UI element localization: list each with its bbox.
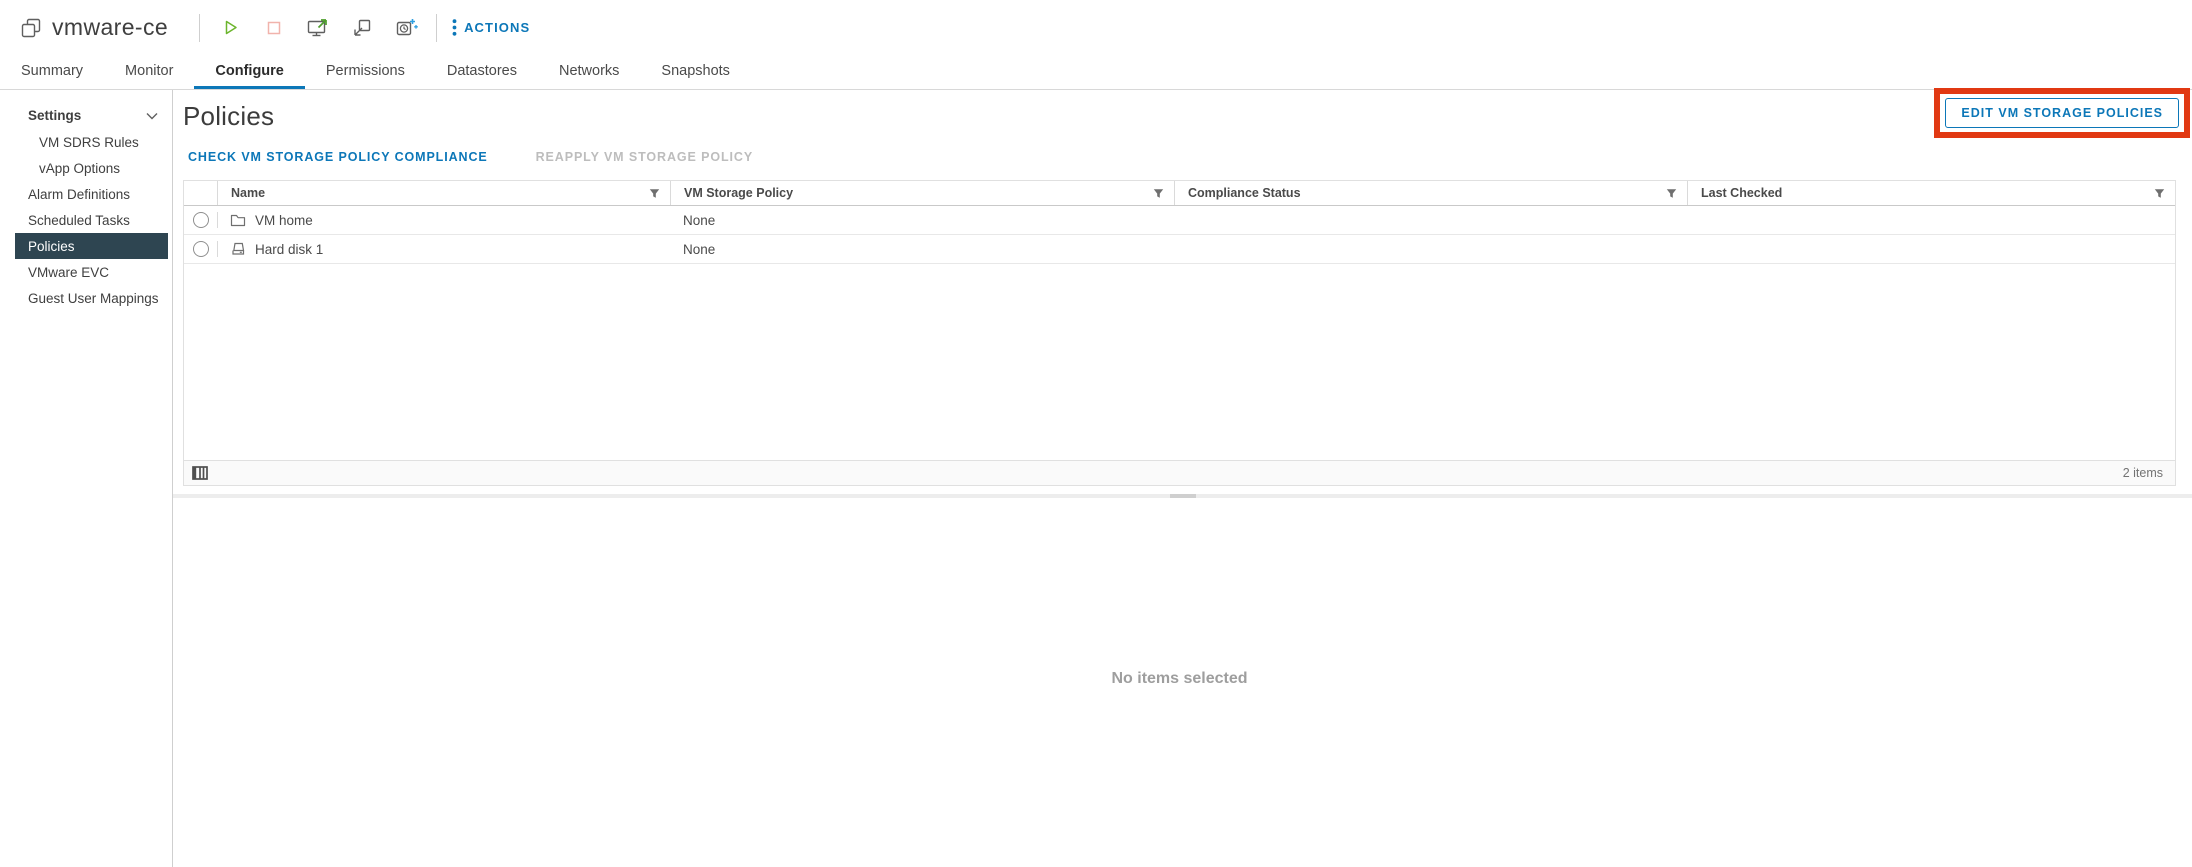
check-compliance-link[interactable]: CHECK VM STORAGE POLICY COMPLIANCE	[188, 150, 488, 164]
actions-button[interactable]: ACTIONS	[452, 19, 530, 36]
toolbar-divider	[436, 14, 437, 42]
sidebar-item-vapp-options[interactable]: vApp Options	[15, 155, 168, 181]
actions-menu-icon	[452, 19, 457, 36]
shut-down-icon[interactable]	[259, 15, 289, 41]
vm-header: vmware-ce	[0, 0, 2192, 55]
column-label: Name	[231, 186, 265, 200]
filter-icon[interactable]	[1153, 188, 1164, 199]
table-header-compliance-status[interactable]: Compliance Status	[1174, 181, 1687, 205]
sidebar-item-vmware-evc[interactable]: VMware EVC	[15, 259, 168, 285]
tab-configure[interactable]: Configure	[194, 55, 304, 89]
tab-datastores[interactable]: Datastores	[426, 55, 538, 89]
empty-selection-message: No items selected	[183, 670, 2176, 688]
tab-bar: Summary Monitor Configure Permissions Da…	[0, 55, 2192, 90]
reapply-policy-link: REAPPLY VM STORAGE POLICY	[536, 150, 753, 164]
row-radio-button[interactable]	[193, 212, 209, 228]
row-name: VM home	[255, 213, 313, 228]
launch-console-icon[interactable]	[303, 15, 333, 41]
row-compliance-status	[1174, 235, 1687, 263]
tab-snapshots[interactable]: Snapshots	[640, 55, 751, 89]
column-label: VM Storage Policy	[684, 186, 793, 200]
configure-sidebar: Settings VM SDRS Rules vApp Options Alar…	[0, 90, 173, 867]
column-chooser-icon[interactable]	[192, 466, 208, 480]
column-label: Last Checked	[1701, 186, 1782, 200]
sidebar-section-label: Settings	[28, 108, 81, 123]
tab-permissions[interactable]: Permissions	[305, 55, 426, 89]
policies-toolbar: CHECK VM STORAGE POLICY COMPLIANCE REAPP…	[183, 150, 2176, 164]
annotation-highlight-box: EDIT VM STORAGE POLICIES	[1934, 88, 2190, 138]
policies-table: Name VM Storage Policy Compliance Status	[183, 180, 2176, 486]
table-header-radio-col	[184, 181, 217, 205]
tab-monitor[interactable]: Monitor	[104, 55, 194, 89]
sidebar-item-alarm-definitions[interactable]: Alarm Definitions	[15, 181, 168, 207]
schedule-task-icon[interactable]	[391, 15, 421, 41]
table-header-vm-storage-policy[interactable]: VM Storage Policy	[670, 181, 1174, 205]
sidebar-item-policies[interactable]: Policies	[15, 233, 168, 259]
row-vm-storage-policy: None	[670, 235, 1174, 263]
row-vm-storage-policy: None	[670, 206, 1174, 234]
filter-icon[interactable]	[649, 188, 660, 199]
toolbar-divider	[199, 14, 200, 42]
filter-icon[interactable]	[1666, 188, 1677, 199]
power-on-icon[interactable]	[215, 15, 245, 41]
edit-vm-storage-policies-button[interactable]: EDIT VM STORAGE POLICIES	[1945, 98, 2179, 128]
column-label: Compliance Status	[1188, 186, 1301, 200]
panel-splitter[interactable]	[173, 494, 2192, 498]
chevron-down-icon	[146, 112, 158, 120]
vm-toolbar	[215, 15, 421, 41]
table-row[interactable]: VM home None	[184, 206, 2175, 235]
filter-icon[interactable]	[2154, 188, 2165, 199]
tab-summary[interactable]: Summary	[0, 55, 104, 89]
page-title: Policies	[183, 101, 2176, 132]
policies-panel: Policies EDIT VM STORAGE POLICIES CHECK …	[173, 90, 2192, 867]
table-header-row: Name VM Storage Policy Compliance Status	[184, 181, 2175, 206]
table-row[interactable]: Hard disk 1 None	[184, 235, 2175, 264]
sidebar-item-vm-sdrs-rules[interactable]: VM SDRS Rules	[15, 129, 168, 155]
row-last-checked	[1687, 206, 2175, 234]
row-last-checked	[1687, 235, 2175, 263]
table-header-name[interactable]: Name	[217, 181, 670, 205]
table-empty-space	[184, 264, 2175, 460]
table-header-last-checked[interactable]: Last Checked	[1687, 181, 2175, 205]
vm-icon	[20, 17, 42, 39]
items-count: 2 items	[2123, 466, 2163, 480]
hard-disk-icon	[230, 241, 246, 257]
sidebar-item-guest-user-mappings[interactable]: Guest User Mappings	[15, 285, 168, 311]
folder-icon	[230, 213, 246, 227]
row-name: Hard disk 1	[255, 242, 323, 257]
sidebar-section-settings[interactable]: Settings	[15, 102, 168, 129]
sidebar-item-scheduled-tasks[interactable]: Scheduled Tasks	[15, 207, 168, 233]
snapshot-icon[interactable]	[347, 15, 377, 41]
splitter-handle[interactable]	[1170, 494, 1196, 498]
vm-title: vmware-ce	[52, 14, 168, 41]
actions-label: ACTIONS	[464, 20, 530, 35]
tab-networks[interactable]: Networks	[538, 55, 640, 89]
table-footer: 2 items	[184, 460, 2175, 485]
row-compliance-status	[1174, 206, 1687, 234]
row-radio-button[interactable]	[193, 241, 209, 257]
